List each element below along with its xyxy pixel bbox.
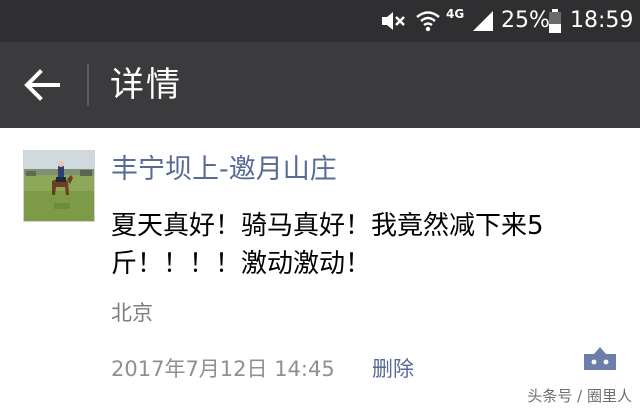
- post-content: 夏天真好！骑马真好！我竟然减下来5斤！！！！激动激动！: [111, 211, 544, 279]
- battery-percent: 25%: [501, 8, 550, 33]
- wifi-icon: [416, 11, 440, 32]
- avatar-image: [24, 151, 94, 221]
- watermark: 头条号 / 圈里人: [527, 387, 632, 405]
- app-bar: 详情: [0, 42, 640, 128]
- mute-icon: [382, 12, 405, 30]
- status-bar: 4G 25% 18:59: [0, 0, 640, 42]
- comment-icon[interactable]: [580, 346, 620, 376]
- clock: 18:59: [570, 8, 634, 33]
- location-label[interactable]: 北京: [111, 296, 153, 330]
- author-name[interactable]: 丰宁坝上-邀月山庄: [111, 150, 337, 190]
- post-timestamp: 2017年7月12日 14:45: [111, 357, 335, 381]
- signal-icon: [473, 11, 493, 31]
- battery-icon: [549, 9, 561, 33]
- avatar[interactable]: [23, 150, 95, 222]
- page-title: 详情: [110, 65, 182, 105]
- delete-button[interactable]: 删除: [372, 352, 414, 386]
- network-type-label: 4G: [446, 7, 465, 21]
- back-arrow-icon[interactable]: [18, 62, 66, 108]
- header-divider: [87, 64, 89, 106]
